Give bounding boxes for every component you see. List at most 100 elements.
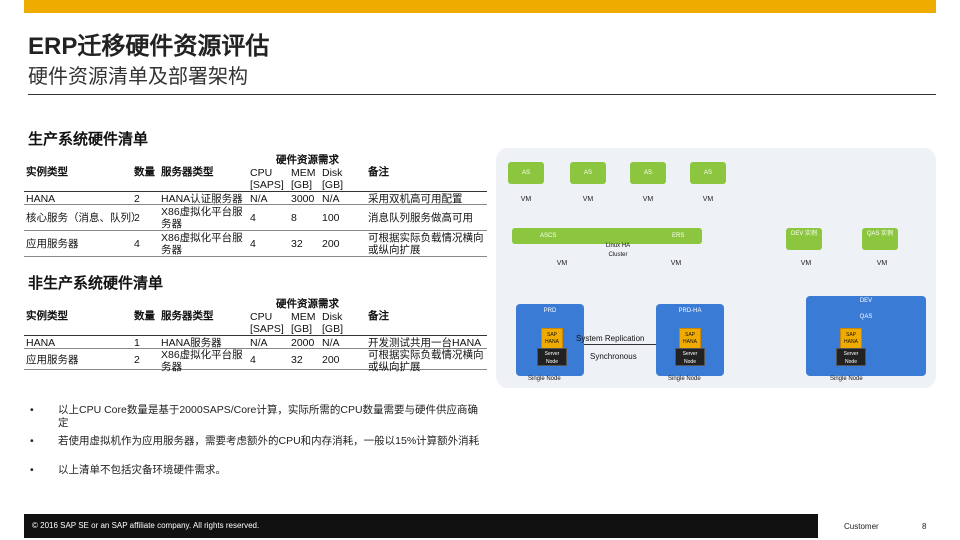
single-node-label: Single Node	[830, 376, 863, 382]
cell-cpu: 4	[250, 354, 256, 366]
server-node-icon: Server Node	[836, 348, 866, 366]
col-disk-unit: [GB]	[322, 323, 344, 335]
cell-note: 消息队列服务做高可用	[368, 212, 473, 224]
as-box: AS	[570, 162, 606, 184]
ers-label: ERS	[672, 233, 685, 239]
vm-label: VM	[670, 260, 682, 267]
as-box: AS	[630, 162, 666, 184]
title-divider	[28, 94, 936, 95]
cell-instance: 应用服务器	[26, 238, 79, 250]
replication-arrow	[584, 344, 656, 345]
col-note: 备注	[368, 166, 389, 178]
as-box: AS	[508, 162, 544, 184]
nonprod-section-title: 非生产系统硬件清单	[28, 275, 164, 292]
col-disk: Disk	[322, 167, 343, 179]
bullet-icon: •	[30, 435, 34, 447]
ascs-label: ASCS	[540, 233, 557, 239]
vm-label: VM	[556, 260, 568, 267]
cell-server: X86虚拟化平台服务器	[161, 206, 243, 230]
cell-instance: 核心服务（消息、队列）	[26, 212, 142, 224]
dev-box-label: DEV	[859, 298, 873, 304]
cell-count: 2	[134, 193, 140, 205]
cell-cpu: N/A	[250, 193, 268, 205]
col-server: 服务器类型	[161, 166, 214, 178]
col-disk-unit: [GB]	[322, 179, 344, 191]
table-row: 核心服务（消息、队列） 2 X86虚拟化平台服务器 4 8 100 消息队列服务…	[24, 205, 487, 231]
cell-server: X86虚拟化平台服务器	[161, 349, 243, 373]
cell-mem: 8	[291, 212, 297, 224]
cell-instance: 应用服务器	[26, 354, 79, 366]
cell-count: 1	[134, 337, 140, 349]
cluster-label: Linux HA Cluster	[605, 243, 631, 258]
cell-note: 可根据实际负载情况横向或纵向扩展	[368, 232, 484, 256]
footer-bar: © 2016 SAP SE or an SAP affiliate compan…	[24, 514, 936, 538]
prd-ha-label: PRD-HA	[678, 308, 702, 314]
sap-hana-chip-icon: SAP HANA	[840, 328, 862, 350]
cell-note: 采用双机高可用配置	[368, 193, 463, 205]
footer-meta: Customer 8	[818, 514, 936, 538]
system-replication-label: System Replication	[576, 334, 645, 343]
cell-mem: 2000	[291, 337, 315, 349]
cell-cpu: 4	[250, 212, 256, 224]
cell-server: X86虚拟化平台服务器	[161, 232, 243, 256]
col-requirements: 硬件资源需求	[276, 154, 339, 166]
audience-label: Customer	[844, 522, 879, 531]
col-mem-unit: [GB]	[291, 323, 313, 335]
nonprod-hardware-table: 实例类型 数量 服务器类型 硬件资源需求 CPU MEM Disk [SAPS]…	[24, 294, 487, 373]
sap-hana-chip-icon: SAP HANA	[679, 328, 701, 350]
bullet-icon: •	[30, 404, 34, 416]
prod-hardware-table: 实例类型 数量 服务器类型 硬件资源需求 CPU MEM Disk [SAPS]…	[24, 150, 487, 258]
sap-hana-chip-icon: SAP HANA	[541, 328, 563, 350]
cell-instance: HANA	[26, 337, 56, 349]
vm-label: VM	[876, 260, 888, 267]
vm-label: VM	[800, 260, 812, 267]
table-row: 应用服务器 4 X86虚拟化平台服务器 4 32 200 可根据实际负载情况横向…	[24, 231, 487, 257]
col-cpu: CPU	[250, 311, 273, 323]
vm-label: VM	[702, 196, 714, 203]
note-text: 若使用虚拟机作为应用服务器，需要考虑额外的CPU和内存消耗，一般以15%计算额外…	[58, 435, 480, 447]
col-mem-unit: [GB]	[291, 179, 313, 191]
bullet-icon: •	[30, 464, 34, 476]
col-requirements: 硬件资源需求	[276, 298, 339, 310]
cell-cpu: 4	[250, 238, 256, 250]
server-node-icon: Server Node	[537, 348, 567, 366]
cell-disk: N/A	[322, 337, 340, 349]
as-box: AS	[690, 162, 726, 184]
single-node-label: Single Node	[528, 376, 561, 382]
cell-count: 2	[134, 354, 140, 366]
prod-section-title: 生产系统硬件清单	[28, 131, 149, 148]
cell-disk: N/A	[322, 193, 340, 205]
synchronous-label: Synchronous	[590, 352, 637, 361]
col-cpu-unit: [SAPS]	[250, 179, 284, 191]
cell-disk: 100	[322, 212, 340, 224]
cell-server: HANA认证服务器	[161, 193, 243, 205]
vm-label: VM	[520, 196, 532, 203]
table-row: HANA 2 HANA认证服务器 N/A 3000 N/A 采用双机高可用配置	[24, 192, 487, 205]
col-count: 数量	[134, 166, 155, 178]
cell-count: 2	[134, 212, 140, 224]
cell-instance: HANA	[26, 193, 56, 205]
dev-qas-hana-box: DEV QAS	[806, 296, 926, 376]
qas-instance-box: QAS 实例	[862, 228, 898, 250]
cell-note: 可根据实际负载情况横向或纵向扩展	[368, 349, 484, 373]
cell-disk: 200	[322, 354, 340, 366]
deployment-architecture-diagram: AS AS AS AS VM VM VM VM ASCS ERS Linux H…	[496, 148, 936, 388]
cell-count: 4	[134, 238, 140, 250]
col-cpu: CPU	[250, 167, 273, 179]
vm-label: VM	[642, 196, 654, 203]
prd-label: PRD	[543, 308, 557, 314]
cell-cpu: N/A	[250, 337, 268, 349]
col-server: 服务器类型	[161, 310, 214, 322]
col-cpu-unit: [SAPS]	[250, 323, 284, 335]
cell-note: 开发测试共用一台HANA	[368, 337, 482, 349]
dev-instance-box: DEV 实例	[786, 228, 822, 250]
cell-mem: 32	[291, 238, 303, 250]
page-number: 8	[922, 522, 927, 531]
note-text: 以上清单不包括灾备环境硬件需求。	[58, 464, 226, 476]
table-row: HANA 1 HANA服务器 N/A 2000 N/A 开发测试共用一台HANA	[24, 336, 487, 349]
single-node-label: Single Node	[668, 376, 701, 382]
cell-disk: 200	[322, 238, 340, 250]
col-mem: MEM	[291, 311, 316, 323]
cell-mem: 32	[291, 354, 303, 366]
col-instance: 实例类型	[26, 310, 68, 322]
